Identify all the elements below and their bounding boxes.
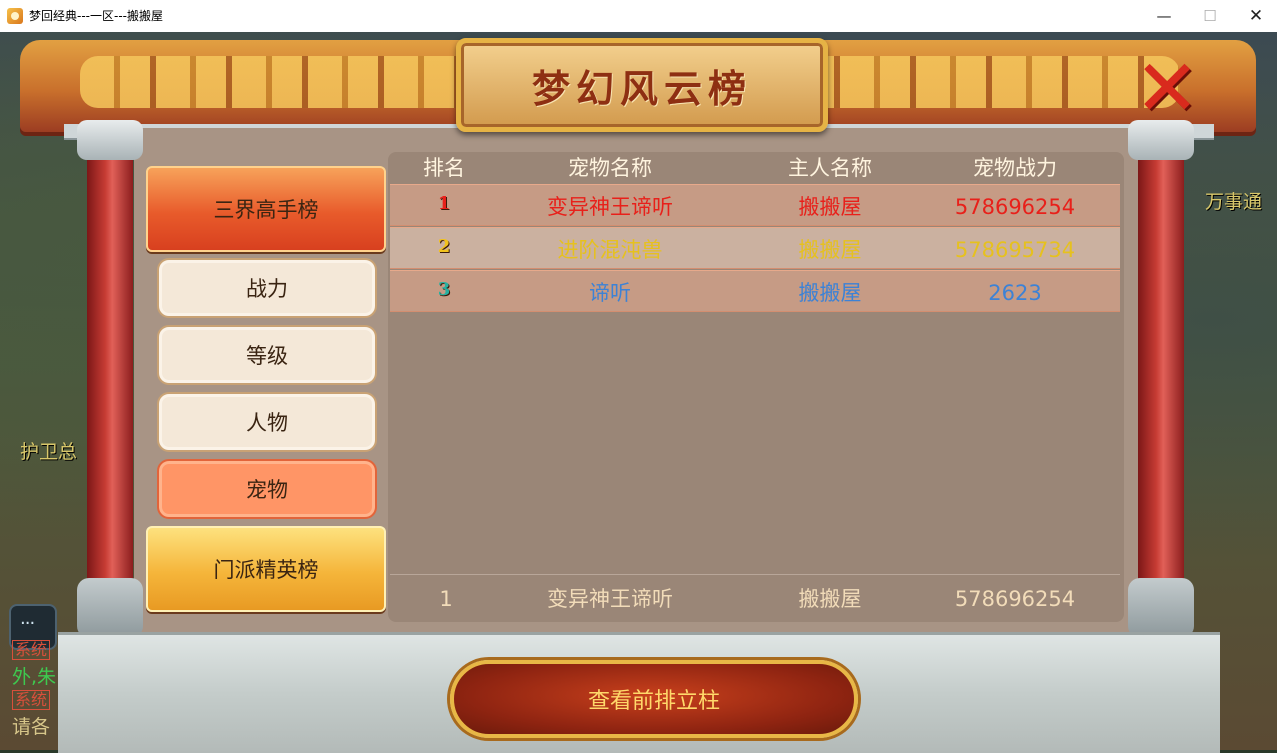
maximize-button[interactable]: ☐ xyxy=(1187,4,1233,28)
rank-badge: 2 xyxy=(437,236,451,257)
category-sanjie-button[interactable]: 三界高手榜 xyxy=(146,166,386,252)
subtab-level[interactable]: 等级 xyxy=(157,325,377,385)
owner-name: 搬搬屋 xyxy=(798,281,862,305)
table-row[interactable]: 2 进阶混沌兽 搬搬屋 578695734 xyxy=(390,227,1120,269)
close-x-icon[interactable]: ✕ xyxy=(1126,50,1208,128)
app-icon xyxy=(7,8,23,24)
pet-power: 578695734 xyxy=(954,238,1076,262)
minimize-button[interactable]: — xyxy=(1141,4,1187,28)
pet-power: 578696254 xyxy=(954,195,1076,219)
bottom-button-label: 查看前排立柱 xyxy=(587,689,720,714)
ranking-table: 排名 宠物名称 主人名称 宠物战力 1 变异神王谛听 搬搬屋 578696254… xyxy=(388,152,1124,622)
my-owner-name: 搬搬屋 xyxy=(798,587,862,611)
subtab-label: 宠物 xyxy=(246,478,288,502)
chat-line: 请各 xyxy=(12,716,51,738)
left-pillar xyxy=(87,130,133,640)
subtab-power[interactable]: 战力 xyxy=(157,258,377,318)
chat-system-tag: 系统 xyxy=(12,640,51,660)
owner-name: 搬搬屋 xyxy=(798,195,862,219)
subtab-label: 等级 xyxy=(246,344,288,368)
table-row[interactable]: 3 谛听 搬搬屋 2623 xyxy=(390,270,1120,312)
window-titlebar: 梦回经典---一区---搬搬屋 — ☐ ✕ xyxy=(0,0,1277,33)
pet-name: 谛听 xyxy=(589,281,631,305)
owner-name: 搬搬屋 xyxy=(798,238,862,262)
pillar-base xyxy=(77,578,143,638)
header-pet-name: 宠物名称 xyxy=(568,156,652,180)
my-pet-power: 578696254 xyxy=(954,587,1076,611)
subtab-label: 人物 xyxy=(246,411,288,435)
my-pet-name: 变异神王谛听 xyxy=(547,587,673,611)
right-pillar xyxy=(1138,130,1184,640)
header-pet-power: 宠物战力 xyxy=(973,156,1057,180)
pillar-cap xyxy=(77,120,143,160)
panel-title: 梦幻风云榜 xyxy=(531,65,752,111)
header-rank: 排名 xyxy=(423,156,465,180)
table-header: 排名 宠物名称 主人名称 宠物战力 xyxy=(388,152,1124,182)
npc-name-left[interactable]: 护卫总 xyxy=(20,437,77,464)
title-plaque: 梦幻风云榜 xyxy=(456,38,828,132)
header-owner-name: 主人名称 xyxy=(788,156,872,180)
window-close-button[interactable]: ✕ xyxy=(1233,4,1277,28)
window-title: 梦回经典---一区---搬搬屋 xyxy=(29,9,163,23)
my-rank: 1 xyxy=(439,587,453,611)
subtab-character[interactable]: 人物 xyxy=(157,392,377,452)
pillar-base xyxy=(1128,578,1194,638)
chat-system-tag: 系统 xyxy=(12,690,51,710)
pet-power: 2623 xyxy=(988,281,1042,305)
my-rank-row: 1 变异神王谛听 搬搬屋 578696254 xyxy=(390,574,1120,619)
subtab-label: 战力 xyxy=(246,277,288,301)
chat-line: 外,朱 xyxy=(12,666,57,688)
table-row[interactable]: 1 变异神王谛听 搬搬屋 578696254 xyxy=(390,184,1120,226)
category-sect-button[interactable]: 门派精英榜 xyxy=(146,526,386,612)
rank-badge: 1 xyxy=(437,193,451,214)
category-label: 门派精英榜 xyxy=(213,558,319,582)
category-label: 三界高手榜 xyxy=(213,198,319,222)
npc-name-right[interactable]: 万事通 xyxy=(1205,187,1262,214)
view-top-pillars-button[interactable]: 查看前排立柱 xyxy=(450,660,858,738)
subtab-pet[interactable]: 宠物 xyxy=(157,459,377,519)
pet-name: 进阶混沌兽 xyxy=(557,238,663,262)
rank-badge: 3 xyxy=(437,279,451,300)
pet-name: 变异神王谛听 xyxy=(547,195,673,219)
